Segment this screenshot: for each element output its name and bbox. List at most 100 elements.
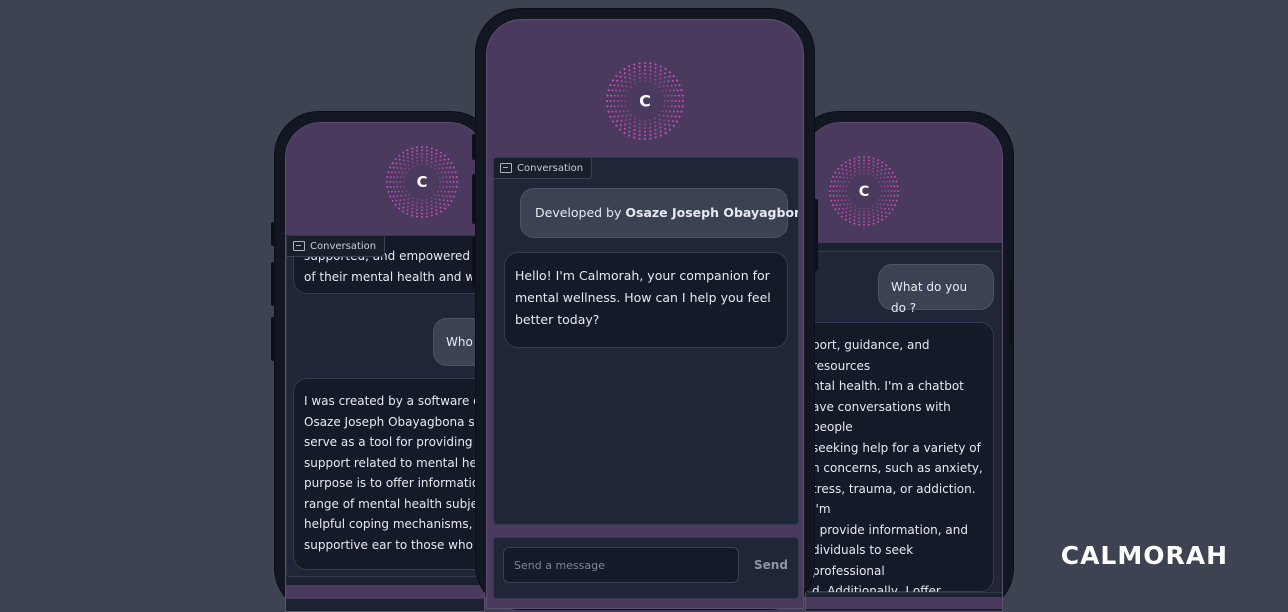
logo-dot: [402, 202, 405, 205]
center-phone-side-button: [472, 134, 476, 160]
logo-dot: [434, 197, 437, 200]
left-bottom-strip: [286, 585, 484, 599]
logo-dot: [671, 120, 674, 123]
logo-dot: [666, 115, 669, 118]
logo-dot: [842, 185, 845, 188]
center-chat-panel: Conversation Developed by Osaze Joseph O…: [493, 157, 799, 525]
logo-dot: [661, 109, 664, 113]
logo-dot: [435, 209, 438, 212]
logo-dot: [643, 123, 647, 126]
logo-dot: [876, 173, 879, 176]
logo-dot: [880, 172, 883, 175]
logo-dot: [624, 119, 627, 122]
logo-dot: [609, 84, 612, 87]
logo-dot: [858, 162, 861, 165]
logo-dot: [619, 128, 622, 131]
logo-dot: [396, 176, 399, 179]
logo-dot: [435, 205, 438, 208]
logo-dot: [867, 207, 870, 210]
left-phone: C Conversation supported, and empowered …: [271, 112, 495, 612]
logo-dot: [447, 158, 450, 161]
logo-dot: [389, 176, 392, 179]
logo-dot: [669, 110, 672, 113]
logo-dot: [638, 80, 641, 83]
logo-dot: [669, 89, 672, 92]
logo-dot: [625, 85, 628, 88]
logo-dot: [835, 190, 838, 192]
logo-dot: [863, 159, 865, 162]
logo-dot: [421, 146, 423, 148]
logo-dot: [854, 174, 857, 177]
logo-dot: [638, 133, 641, 137]
logo-dot: [845, 211, 848, 214]
logo-dot: [629, 81, 632, 84]
logo-dot: [633, 128, 636, 131]
right-phone-screen: C What do you do ? port, guidance, and r…: [805, 122, 1003, 612]
logo-dot: [830, 199, 833, 202]
logo-dot: [878, 181, 881, 184]
logo-dot: [403, 198, 406, 201]
logo-dot: [876, 213, 879, 216]
logo-dot: [426, 215, 428, 218]
logo-dot: [659, 130, 662, 133]
left-chat-panel: Conversation supported, and empowered to…: [286, 235, 484, 577]
logo-dot: [421, 209, 423, 212]
logo-dot: [858, 169, 861, 172]
logo-dot: [867, 217, 870, 220]
left-header: C: [286, 123, 484, 235]
logo-dot: [395, 199, 398, 202]
logo-dot: [392, 181, 395, 183]
conversation-tab[interactable]: Conversation: [494, 158, 593, 179]
logo-dot: [880, 194, 883, 197]
logo-dot: [895, 199, 898, 202]
logo-dot: [892, 199, 895, 202]
logo-dot: [394, 190, 397, 193]
logo-dot: [425, 156, 428, 159]
logo-dot: [844, 161, 847, 164]
logo-dot: [444, 171, 447, 174]
logo-dot: [884, 168, 887, 171]
logo-dot: [609, 115, 612, 118]
logo-dot: [890, 190, 893, 192]
logo-dot: [436, 171, 439, 174]
send-button[interactable]: Send: [754, 558, 788, 572]
center-phone-side-button: [472, 174, 476, 224]
logo-dot: [450, 162, 453, 165]
logo-dot: [390, 190, 393, 193]
logo-dot: [628, 77, 631, 80]
logo-dot: [677, 94, 681, 97]
message-input[interactable]: Send a message: [503, 547, 739, 583]
logo-dot: [867, 159, 870, 162]
logo-dot: [834, 208, 837, 211]
logo-dot: [876, 166, 879, 169]
logo-dot: [853, 222, 856, 225]
logo-dot: [849, 173, 852, 176]
logo-dot: [891, 171, 894, 174]
logo-dot: [835, 176, 838, 178]
logo-dot: [416, 156, 419, 159]
logo-dot: [849, 206, 852, 209]
logo-dot: [403, 185, 406, 188]
logo-dot: [848, 220, 851, 223]
logo-dot: [421, 212, 423, 215]
conversation-tab[interactable]: Conversation: [287, 236, 386, 257]
logo-dot: [443, 154, 446, 157]
logo-dot: [416, 208, 419, 211]
logo-dot: [394, 203, 397, 206]
logo-dot: [633, 71, 636, 74]
logo-dot: [867, 210, 870, 213]
logo-dot: [663, 119, 666, 122]
logo-dot: [671, 79, 674, 82]
logo-dot: [398, 158, 401, 161]
user-message-text: What do you do ?: [891, 280, 968, 315]
logo-dot: [845, 207, 848, 210]
logo-dot: [649, 122, 652, 126]
logo-dot: [623, 131, 626, 135]
logo-dot: [880, 168, 883, 171]
logo-dot: [439, 155, 442, 158]
logo-dot: [658, 81, 661, 84]
logo-dot: [858, 213, 861, 216]
left-phone-side-button: [271, 262, 275, 306]
logo-dot: [858, 217, 861, 220]
logo-dot: [620, 105, 624, 108]
